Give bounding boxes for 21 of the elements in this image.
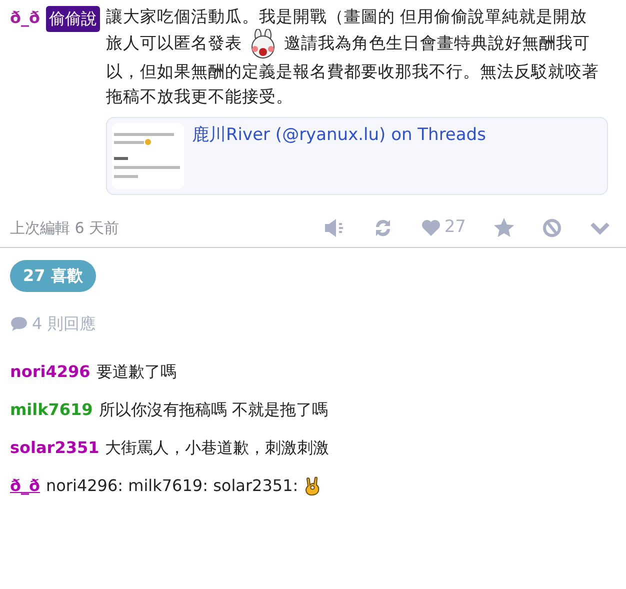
chevron-down-icon[interactable]: [590, 220, 610, 235]
username[interactable]: milk7619: [10, 398, 93, 422]
comment-text: 要道歉了嗎: [96, 360, 176, 382]
link-card[interactable]: 鹿川River (@ryanux.lu) on Threads: [106, 117, 608, 195]
speaker-icon[interactable]: [323, 218, 346, 238]
like-count: 27: [444, 216, 466, 239]
username[interactable]: ð_ð: [10, 6, 40, 30]
comment-text: 所以你沒有拖稿嗎 不就是拖了嗎: [98, 398, 328, 420]
comment-text: nori4296: milk7619: solar2351:: [46, 474, 298, 496]
post-text: 讓大家吃個活動瓜。我是開戰（畫圖的 但用偷偷說單純就是開放旅人可以匿名發表 邀請我為角色生日會畫特典說好無酬我可以，但如果無酬的定義是報名費都要收那我不行。無法反駁就咬著拖稿不放我更不能接受。: [106, 6, 600, 108]
comment-icon: [10, 316, 28, 332]
username[interactable]: solar2351: [10, 436, 100, 460]
username[interactable]: nori4296: [10, 360, 90, 384]
heart-icon[interactable]: [421, 218, 442, 237]
edited-time: 上次編輯 6 天前: [10, 218, 120, 238]
reply-count: 4 則回應: [32, 312, 96, 334]
star-icon[interactable]: [494, 218, 514, 238]
username[interactable]: ð_ð: [10, 474, 40, 498]
comment-text: 大街罵人，小巷道歉，刺激刺激: [105, 436, 330, 458]
link-title[interactable]: 鹿川River (@ryanux.lu) on Threads: [192, 123, 486, 189]
user-tag: 偷偷說: [46, 6, 100, 32]
